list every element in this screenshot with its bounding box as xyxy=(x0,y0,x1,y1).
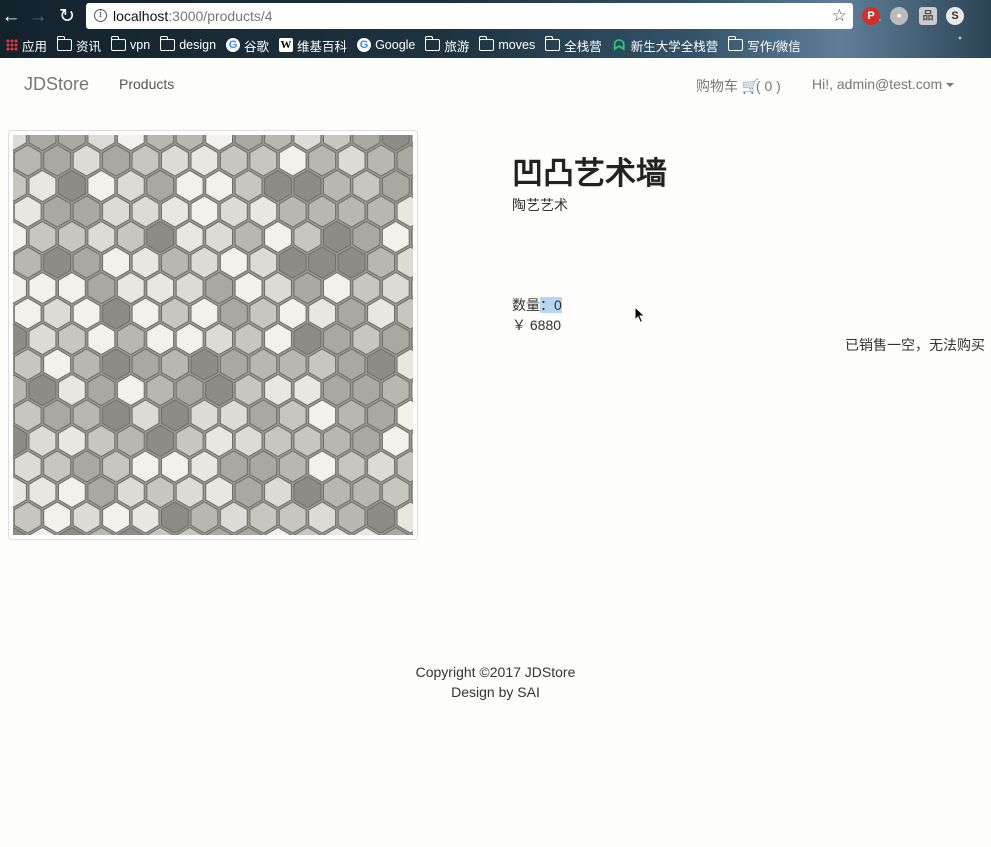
products-link[interactable]: Products xyxy=(119,76,174,92)
google-icon: G xyxy=(226,38,241,52)
product-price: ￥ 6880 xyxy=(512,317,562,333)
bookmark-label: 维基百科 xyxy=(297,39,348,54)
folder-icon xyxy=(545,36,561,51)
forward-arrow-icon[interactable]: → xyxy=(27,6,49,28)
info-icon[interactable]: i xyxy=(94,9,107,22)
folder-icon xyxy=(728,36,744,51)
back-arrow-icon[interactable]: ← xyxy=(0,6,22,28)
folder-icon xyxy=(160,36,176,51)
bookmark-label: 资讯 xyxy=(76,39,102,54)
folder-icon xyxy=(57,36,73,51)
brand-link[interactable]: JDStore xyxy=(24,74,89,95)
url-path: :3000/products/4 xyxy=(168,8,273,24)
reload-icon[interactable]: ↻ xyxy=(56,6,78,28)
product-image xyxy=(13,135,413,535)
extension-dot-icon[interactable]: ● xyxy=(890,7,908,25)
extension-box-icon[interactable]: 品 xyxy=(919,7,937,25)
bookmark-fullstack[interactable]: 全栈营 xyxy=(545,36,602,54)
bookmark-label: 新生大学全栈营 xyxy=(630,39,719,54)
caret-down-icon xyxy=(946,83,955,88)
star-icon[interactable]: ☆ xyxy=(832,6,847,26)
url-text[interactable]: localhost:3000/products/4 xyxy=(113,8,273,24)
quantity-label: 数量 xyxy=(512,297,540,313)
url-host: localhost xyxy=(113,8,169,24)
cart-label: 购物车 xyxy=(696,78,738,94)
product-description: 陶艺艺术 xyxy=(512,197,568,213)
quantity-value: ：0 xyxy=(540,297,562,313)
sold-out-notice: 已销售一空，无法购买 xyxy=(845,337,985,353)
bookmark-design[interactable]: design xyxy=(160,36,216,54)
cart-icon: 🛒 xyxy=(741,78,760,94)
user-menu[interactable]: Hi!, admin@test.com xyxy=(812,76,955,92)
folder-icon xyxy=(479,36,495,51)
bookmark-vpn[interactable]: vpn xyxy=(111,36,150,54)
browser-toolbar: ← → ↻ i localhost:3000/products/4 ☆ P ● … xyxy=(0,0,991,58)
pinterest-icon[interactable]: P xyxy=(862,7,880,25)
bookmark-travel[interactable]: 旅游 xyxy=(425,36,469,54)
folder-icon xyxy=(111,36,127,51)
page-footer: Copyright ©2017 JDStore Design by SAI xyxy=(0,662,991,702)
extension-s-icon[interactable]: S xyxy=(946,7,964,25)
bookmark-label: 谷歌 xyxy=(244,39,270,54)
bookmark-google-cn[interactable]: G 谷歌 xyxy=(226,36,269,54)
bookmark-xinsheng[interactable]: ᗣ 新生大学全栈营 xyxy=(612,36,719,54)
bookmark-label: 全栈营 xyxy=(564,39,602,54)
bookmark-news[interactable]: 资讯 xyxy=(57,36,101,54)
user-greeting: Hi!, admin@test.com xyxy=(812,76,943,92)
apps-icon xyxy=(6,39,18,51)
bookmark-apps[interactable]: 应用 xyxy=(6,36,47,54)
wikipedia-icon: W xyxy=(279,38,294,52)
cart-link[interactable]: 购物车 🛒( 0 ) xyxy=(696,76,781,96)
product-quantity: 数量：0 xyxy=(512,295,562,315)
footer-credit: Design by SAI xyxy=(451,684,540,700)
bookmark-label: design xyxy=(179,38,217,52)
cart-count: ( 0 ) xyxy=(755,78,781,94)
bookmark-label: vpn xyxy=(130,38,151,52)
site-navbar: JDStore Products 购物车 🛒( 0 ) Hi!, admin@t… xyxy=(0,58,991,110)
bookmark-label: 写作/微信 xyxy=(747,39,801,54)
bookmark-label: Google xyxy=(375,38,416,52)
product-title: 凹凸艺术墙 xyxy=(512,156,667,191)
bookmark-moves[interactable]: moves xyxy=(479,36,535,54)
bookmark-wikipedia[interactable]: W 维基百科 xyxy=(279,36,347,54)
mouse-cursor-icon xyxy=(634,306,646,324)
address-bar[interactable]: i localhost:3000/products/4 ☆ xyxy=(86,3,853,29)
bookmarks-bar: 应用 资讯 vpn design G 谷歌 W 维基百科 G Google 旅游 mo… xyxy=(6,36,801,54)
product-image-frame xyxy=(8,130,418,540)
bookmark-label: moves xyxy=(498,38,536,52)
bookmark-label: 旅游 xyxy=(444,39,470,54)
xinsheng-icon: ᗣ xyxy=(613,37,626,53)
bookmark-writing[interactable]: 写作/微信 xyxy=(728,36,801,54)
bookmark-label: 应用 xyxy=(22,39,48,54)
folder-icon xyxy=(425,36,441,51)
bookmark-google[interactable]: G Google xyxy=(357,36,415,54)
google-icon: G xyxy=(357,38,372,52)
footer-copyright: Copyright ©2017 JDStore xyxy=(415,664,576,680)
